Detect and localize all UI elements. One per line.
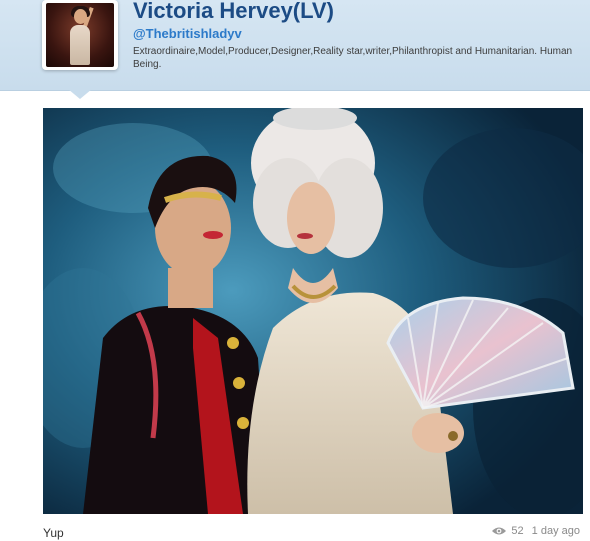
post-timestamp[interactable]: 1 day ago bbox=[532, 525, 580, 537]
profile-handle[interactable]: @Thebritishladyv bbox=[133, 26, 242, 41]
post-meta: 52 1 day ago bbox=[491, 525, 580, 537]
profile-name[interactable]: Victoria Hervey(LV) bbox=[133, 0, 334, 24]
profile-bio: Extraordinaire,Model,Producer,Designer,R… bbox=[133, 46, 573, 70]
avatar-figure-body bbox=[70, 25, 90, 65]
eye-icon bbox=[492, 527, 507, 535]
post-caption: Yup bbox=[43, 526, 64, 540]
view-count-value: 52 bbox=[511, 525, 524, 537]
avatar bbox=[46, 3, 114, 67]
avatar-figure-head bbox=[74, 9, 87, 24]
post-photo-illustration bbox=[43, 108, 583, 514]
profile-avatar-link[interactable] bbox=[42, 0, 118, 70]
header-pointer bbox=[68, 89, 92, 99]
view-count: 52 bbox=[491, 525, 524, 537]
post-photo[interactable] bbox=[43, 108, 583, 514]
profile-header: Victoria Hervey(LV) @Thebritishladyv Ext… bbox=[0, 0, 590, 91]
